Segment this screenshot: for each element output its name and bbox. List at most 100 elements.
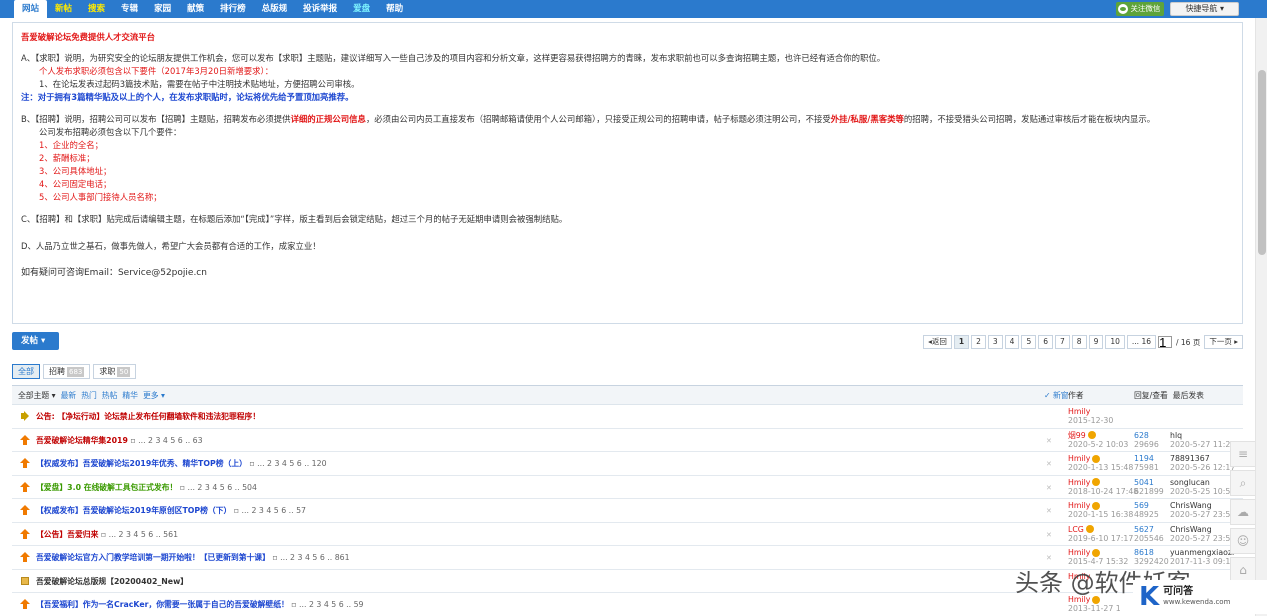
nav-item-2[interactable]: 搜索 — [80, 0, 113, 18]
author-name[interactable]: LCG — [1068, 525, 1084, 534]
thread-title[interactable]: 公告: 【净坛行动】论坛禁止发布任何翻墙软件和违法犯罪程序！ — [36, 411, 260, 422]
thread-author-name[interactable]: Hmily — [1068, 454, 1133, 463]
nav-item-9[interactable]: 爱盘 — [345, 0, 378, 18]
author-name[interactable]: Hmily — [1068, 548, 1090, 557]
pager-page[interactable]: 4 — [1004, 335, 1020, 349]
new-post-button[interactable]: 发帖 ▾ — [12, 332, 59, 350]
filter-tab-1[interactable]: 招聘 683 — [43, 364, 91, 379]
last-post-date[interactable]: 2020-5-27 23:52 — [1170, 534, 1235, 543]
pager-page[interactable]: 1 — [953, 335, 970, 349]
pager-page-input[interactable] — [1158, 336, 1172, 348]
thread-title-text[interactable]: 【权威发布】吾爱破解论坛2019年优秀、精华TOP榜（上） — [36, 459, 247, 468]
thread-type-filter[interactable]: 热帖 — [102, 386, 118, 406]
thread-title-text[interactable]: 【吾爱福利】作为一名CracKer，你需要一张属于自己的吾爱破解壁纸！ — [36, 600, 289, 609]
nav-item-1[interactable]: 新帖 — [47, 0, 80, 18]
thread-author-name[interactable]: Hmily — [1068, 548, 1128, 557]
pager-page[interactable]: 6 — [1038, 335, 1054, 349]
pager-page[interactable]: 7 — [1055, 335, 1070, 349]
author-name[interactable]: Hmily — [1068, 454, 1090, 463]
pager-page[interactable]: 8 — [1071, 335, 1087, 349]
pager-page[interactable]: 5 — [1021, 335, 1037, 349]
author-name[interactable]: Hmily — [1068, 407, 1090, 416]
thread-author-name[interactable]: Hmily — [1068, 407, 1113, 416]
close-icon[interactable]: ✕ — [1046, 460, 1052, 468]
thread-row[interactable]: 【权威发布】吾爱破解论坛2019年优秀、精华TOP榜（上） ▫ ... 2 3 … — [12, 452, 1243, 476]
thread-author-name[interactable]: 烟99 — [1068, 431, 1128, 440]
last-post-user[interactable]: hlq — [1170, 431, 1235, 440]
thread-title[interactable]: 【公告】吾爱归来 ▫ ... 2 3 4 5 6 .. 561 — [36, 529, 178, 540]
thread-type-filter[interactable]: 精华 — [122, 386, 138, 406]
pager-page[interactable]: 9 — [1088, 335, 1104, 349]
thread-author-name[interactable]: LCG — [1068, 525, 1133, 534]
user-icon[interactable]: ☺ — [1230, 528, 1256, 554]
pager-page[interactable]: ... 16 — [1126, 335, 1156, 349]
last-post-user[interactable]: yuanmengxiaozi — [1170, 548, 1235, 557]
nav-item-5[interactable]: 献策 — [179, 0, 212, 18]
scrollbar[interactable] — [1255, 18, 1267, 616]
thread-row[interactable]: 【爱盘】3.0 在线破解工具包正式发布！ ▫ ... 2 3 4 5 6 .. … — [12, 476, 1243, 499]
thread-title-text[interactable]: 公告: 【净坛行动】论坛禁止发布任何翻墙软件和违法犯罪程序！ — [36, 412, 260, 421]
thread-pages[interactable]: ▫ ... 2 3 4 5 6 .. 120 — [247, 459, 326, 468]
thread-row[interactable]: 【权威发布】吾爱破解论坛2019年原创区TOP榜（下） ▫ ... 2 3 4 … — [12, 499, 1243, 523]
last-post-date[interactable]: 2020-5-26 12:17 — [1170, 463, 1235, 472]
nav-item-6[interactable]: 排行榜 — [212, 0, 254, 18]
close-icon[interactable]: ✕ — [1046, 554, 1052, 562]
thread-title-text[interactable]: 【权威发布】吾爱破解论坛2019年原创区TOP榜（下） — [36, 506, 231, 515]
thread-type-filter[interactable]: 更多 ▾ — [143, 386, 165, 406]
thread-title[interactable]: 吾爱破解论坛官方入门教学培训第一期开始啦！【已更新到第十课】 ▫ ... 2 3… — [36, 552, 350, 563]
pager-next-button[interactable]: 下一页 ▸ — [1204, 335, 1243, 349]
thread-title-text[interactable]: 吾爱破解论坛精华集2019 — [36, 436, 128, 445]
last-post-date[interactable]: 2020-5-27 23:53 — [1170, 510, 1235, 519]
thread-title-text[interactable]: 吾爱破解论坛总版规【20200402_New】 — [36, 577, 188, 586]
close-icon[interactable]: ✕ — [1046, 507, 1052, 515]
thread-title[interactable]: 【吾爱福利】作为一名CracKer，你需要一张属于自己的吾爱破解壁纸！ ▫ ..… — [36, 599, 364, 610]
filter-tab-0[interactable]: 全部 — [12, 364, 40, 379]
quick-nav-button[interactable]: 快捷导航 ▾ — [1170, 2, 1239, 16]
pager-prev-button[interactable]: ◂返回 — [923, 335, 952, 349]
nav-item-3[interactable]: 专辑 — [113, 0, 146, 18]
last-post-user[interactable]: 78891367 — [1170, 454, 1235, 463]
thread-title[interactable]: 【权威发布】吾爱破解论坛2019年优秀、精华TOP榜（上） ▫ ... 2 3 … — [36, 458, 327, 469]
thread-title[interactable]: 吾爱破解论坛总版规【20200402_New】 — [36, 576, 188, 587]
author-name[interactable]: 烟99 — [1068, 431, 1086, 440]
thread-title[interactable]: 吾爱破解论坛精华集2019 ▫ ... 2 3 4 5 6 .. 63 — [36, 435, 203, 446]
last-post-user[interactable]: ChrisWang — [1170, 501, 1235, 510]
thread-pages[interactable]: ▫ ... 2 3 4 5 6 .. 57 — [231, 506, 306, 515]
last-post-date[interactable]: 2020-5-27 11:27 — [1170, 440, 1235, 449]
nav-item-0[interactable]: 网站 — [14, 0, 48, 18]
thread-pages[interactable]: ▫ ... 2 3 4 5 6 .. 561 — [98, 530, 178, 539]
search-icon[interactable]: ⌕ — [1230, 470, 1256, 496]
thread-author-name[interactable]: Hmily — [1068, 478, 1138, 487]
thread-type-filter[interactable]: 最新 — [61, 386, 77, 406]
author-name[interactable]: Hmily — [1068, 501, 1090, 510]
scrollbar-thumb[interactable] — [1258, 70, 1266, 255]
nav-item-4[interactable]: 家园 — [146, 0, 179, 18]
thread-pages[interactable]: ▫ ... 2 3 4 5 6 .. 504 — [177, 483, 257, 492]
thread-type-filter[interactable]: 热门 — [81, 386, 97, 406]
thread-title-text[interactable]: 【公告】吾爱归来 — [36, 530, 98, 539]
thread-row[interactable]: 【公告】吾爱归来 ▫ ... 2 3 4 5 6 .. 561 ✕ LCG 2019-… — [12, 523, 1243, 546]
thread-pages[interactable]: ▫ ... 2 3 4 5 6 .. 63 — [128, 436, 202, 445]
nav-item-8[interactable]: 投诉举报 — [295, 0, 345, 18]
pager-page[interactable]: 3 — [987, 335, 1003, 349]
thread-title[interactable]: 【权威发布】吾爱破解论坛2019年原创区TOP榜（下） ▫ ... 2 3 4 … — [36, 505, 306, 516]
thread-type-filter[interactable]: 全部主题 ▾ — [18, 386, 56, 406]
chat-icon[interactable]: ☁ — [1230, 499, 1256, 525]
thread-title[interactable]: 【爱盘】3.0 在线破解工具包正式发布！ ▫ ... 2 3 4 5 6 .. … — [36, 482, 257, 493]
pager-page[interactable]: 10 — [1105, 335, 1125, 349]
nav-item-7[interactable]: 总版规 — [254, 0, 296, 18]
thread-row[interactable]: 吾爱破解论坛精华集2019 ▫ ... 2 3 4 5 6 .. 63 ✕ 烟99 2… — [12, 429, 1243, 452]
pager-page[interactable]: 2 — [971, 335, 986, 349]
thread-pages[interactable]: ▫ ... 2 3 4 5 6 .. 59 — [289, 600, 363, 609]
thread-pages[interactable]: ▫ ... 2 3 4 5 6 .. 861 — [270, 553, 349, 562]
close-icon[interactable]: ✕ — [1046, 484, 1052, 492]
last-post-date[interactable]: 2020-5-25 10:54 — [1170, 487, 1235, 496]
author-name[interactable]: Hmily — [1068, 478, 1090, 487]
close-icon[interactable]: ✕ — [1046, 531, 1052, 539]
menu-icon[interactable]: ≡ — [1230, 441, 1256, 467]
thread-row[interactable]: 公告: 【净坛行动】论坛禁止发布任何翻墙软件和违法犯罪程序！ Hmily 2015-… — [12, 405, 1243, 429]
close-icon[interactable]: ✕ — [1046, 437, 1052, 445]
thread-title-text[interactable]: 【爱盘】3.0 在线破解工具包正式发布！ — [36, 483, 177, 492]
last-post-user[interactable]: songlucan — [1170, 478, 1235, 487]
new-window-toggle[interactable]: ✓ 新窗 — [1044, 386, 1069, 406]
